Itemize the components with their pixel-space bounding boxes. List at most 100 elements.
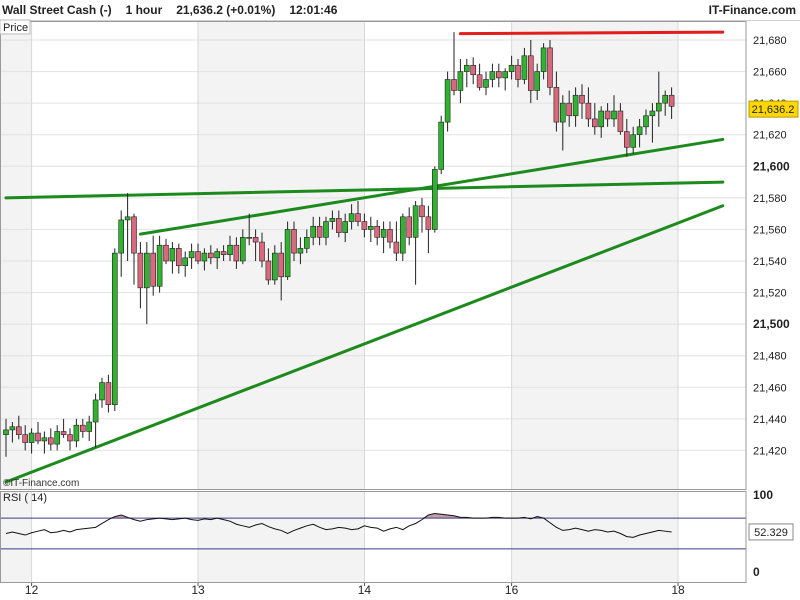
candle-body-bull — [412, 205, 419, 238]
x-tick-label: 18 — [671, 583, 685, 597]
candle — [67, 428, 73, 451]
candle — [105, 374, 112, 413]
price-tick-label: 21,600 — [753, 159, 790, 173]
candle-body-bear — [476, 74, 483, 88]
candle-body-bear — [150, 252, 156, 287]
candle-body-bear — [265, 260, 272, 281]
candle-body-bear — [278, 252, 285, 278]
candle — [412, 201, 419, 285]
candle-body-bull — [643, 115, 649, 128]
price-tick-label: 21,520 — [753, 288, 787, 300]
price-tick-label: 21,680 — [753, 35, 787, 47]
price-tick-label: 21,480 — [753, 351, 787, 363]
candle-body-bull — [169, 248, 176, 262]
candle-body-bull — [310, 225, 317, 238]
candle — [284, 221, 291, 280]
candle — [406, 207, 413, 246]
candle — [80, 418, 86, 438]
candle-body-bear — [291, 229, 297, 254]
last-price-tag: 21,636.2 — [752, 104, 795, 116]
candle-body-bull — [342, 221, 349, 233]
candle — [92, 393, 99, 448]
candle-body-bear — [163, 244, 169, 262]
price-tick-label: 21,560 — [753, 224, 787, 236]
candle-body-bull — [118, 219, 124, 254]
candle-body-bear — [252, 237, 259, 243]
candle-body-bull — [502, 71, 509, 79]
candle-body-bull — [457, 71, 464, 91]
price-tick-label: 21,620 — [753, 130, 787, 142]
candle-body-bull — [41, 437, 48, 442]
rsi-tick-label: 100 — [753, 488, 773, 502]
candle-body-bull — [655, 102, 662, 112]
candle-body-bull — [483, 79, 489, 88]
candle-body-bull — [521, 55, 528, 80]
candle-body-bull — [463, 64, 470, 72]
candle-body-bull — [508, 64, 515, 72]
candle-body-bear — [67, 434, 73, 442]
candle-body-bull — [86, 421, 92, 432]
candle — [47, 428, 54, 451]
candle-body-bull — [380, 229, 387, 238]
candle-body-bear — [387, 229, 393, 243]
day-shade-rsi — [511, 491, 678, 582]
candle-body-bull — [99, 382, 105, 401]
candle — [457, 58, 464, 104]
candle-body-bull — [598, 110, 605, 128]
candle — [124, 193, 131, 261]
candle-body-bull — [92, 399, 99, 423]
candle-body-bear — [137, 252, 144, 289]
candle — [156, 235, 163, 293]
candle-body-bear — [22, 434, 29, 443]
resistance-line[interactable] — [458, 30, 725, 36]
candle — [502, 68, 509, 91]
candle-body-bull — [303, 237, 310, 249]
candle — [163, 238, 169, 265]
candle-body-bear — [604, 110, 611, 120]
candle — [99, 377, 105, 408]
candle-body-bull — [227, 244, 233, 255]
candle — [393, 221, 400, 261]
candle-body-bull — [182, 257, 188, 267]
candle-body-bull — [438, 121, 445, 170]
candle — [73, 418, 80, 448]
candle — [399, 213, 406, 261]
candle-body-bull — [214, 251, 220, 259]
candle — [86, 415, 92, 441]
candle-body-bull — [73, 424, 80, 442]
candle-body-bull — [572, 94, 579, 117]
candle — [176, 243, 182, 274]
candle-body-bull — [112, 252, 118, 405]
candle-body-bull — [284, 229, 291, 278]
candle-body-bear — [579, 94, 585, 104]
price-tick-label: 21,500 — [753, 317, 790, 331]
day-shade-rsi — [198, 491, 365, 582]
candle-body-bear — [195, 251, 201, 262]
candle-body-bear — [547, 47, 553, 88]
candle — [463, 58, 470, 88]
candle — [60, 418, 67, 438]
candle-body-bear — [15, 426, 22, 435]
candle — [137, 242, 144, 309]
candle-body-bear — [335, 218, 342, 233]
candle-body-bull — [399, 216, 406, 254]
candle-body-bear — [393, 241, 400, 254]
candle-body-bull — [240, 237, 246, 262]
candle-body-bear — [527, 55, 534, 91]
candle-body-bull — [329, 218, 336, 222]
candle-body-bear — [374, 225, 381, 238]
candle — [495, 63, 502, 88]
candle-body-bear — [425, 216, 432, 230]
x-tick-label: 16 — [505, 583, 519, 597]
candle — [380, 221, 387, 254]
chart-canvas[interactable]: 21,420 21,440 21,460 21,480 21,500 21,520 21,5… — [0, 0, 800, 600]
candle — [387, 221, 393, 249]
candle-body-bear — [553, 87, 560, 123]
candle — [451, 32, 457, 96]
candle-body-bull — [444, 79, 451, 123]
candle-body-bear — [355, 213, 361, 222]
candle-body-bear — [591, 118, 598, 128]
x-tick-label: 13 — [191, 583, 205, 597]
candle — [131, 213, 137, 285]
candle-body-bear — [316, 225, 323, 238]
